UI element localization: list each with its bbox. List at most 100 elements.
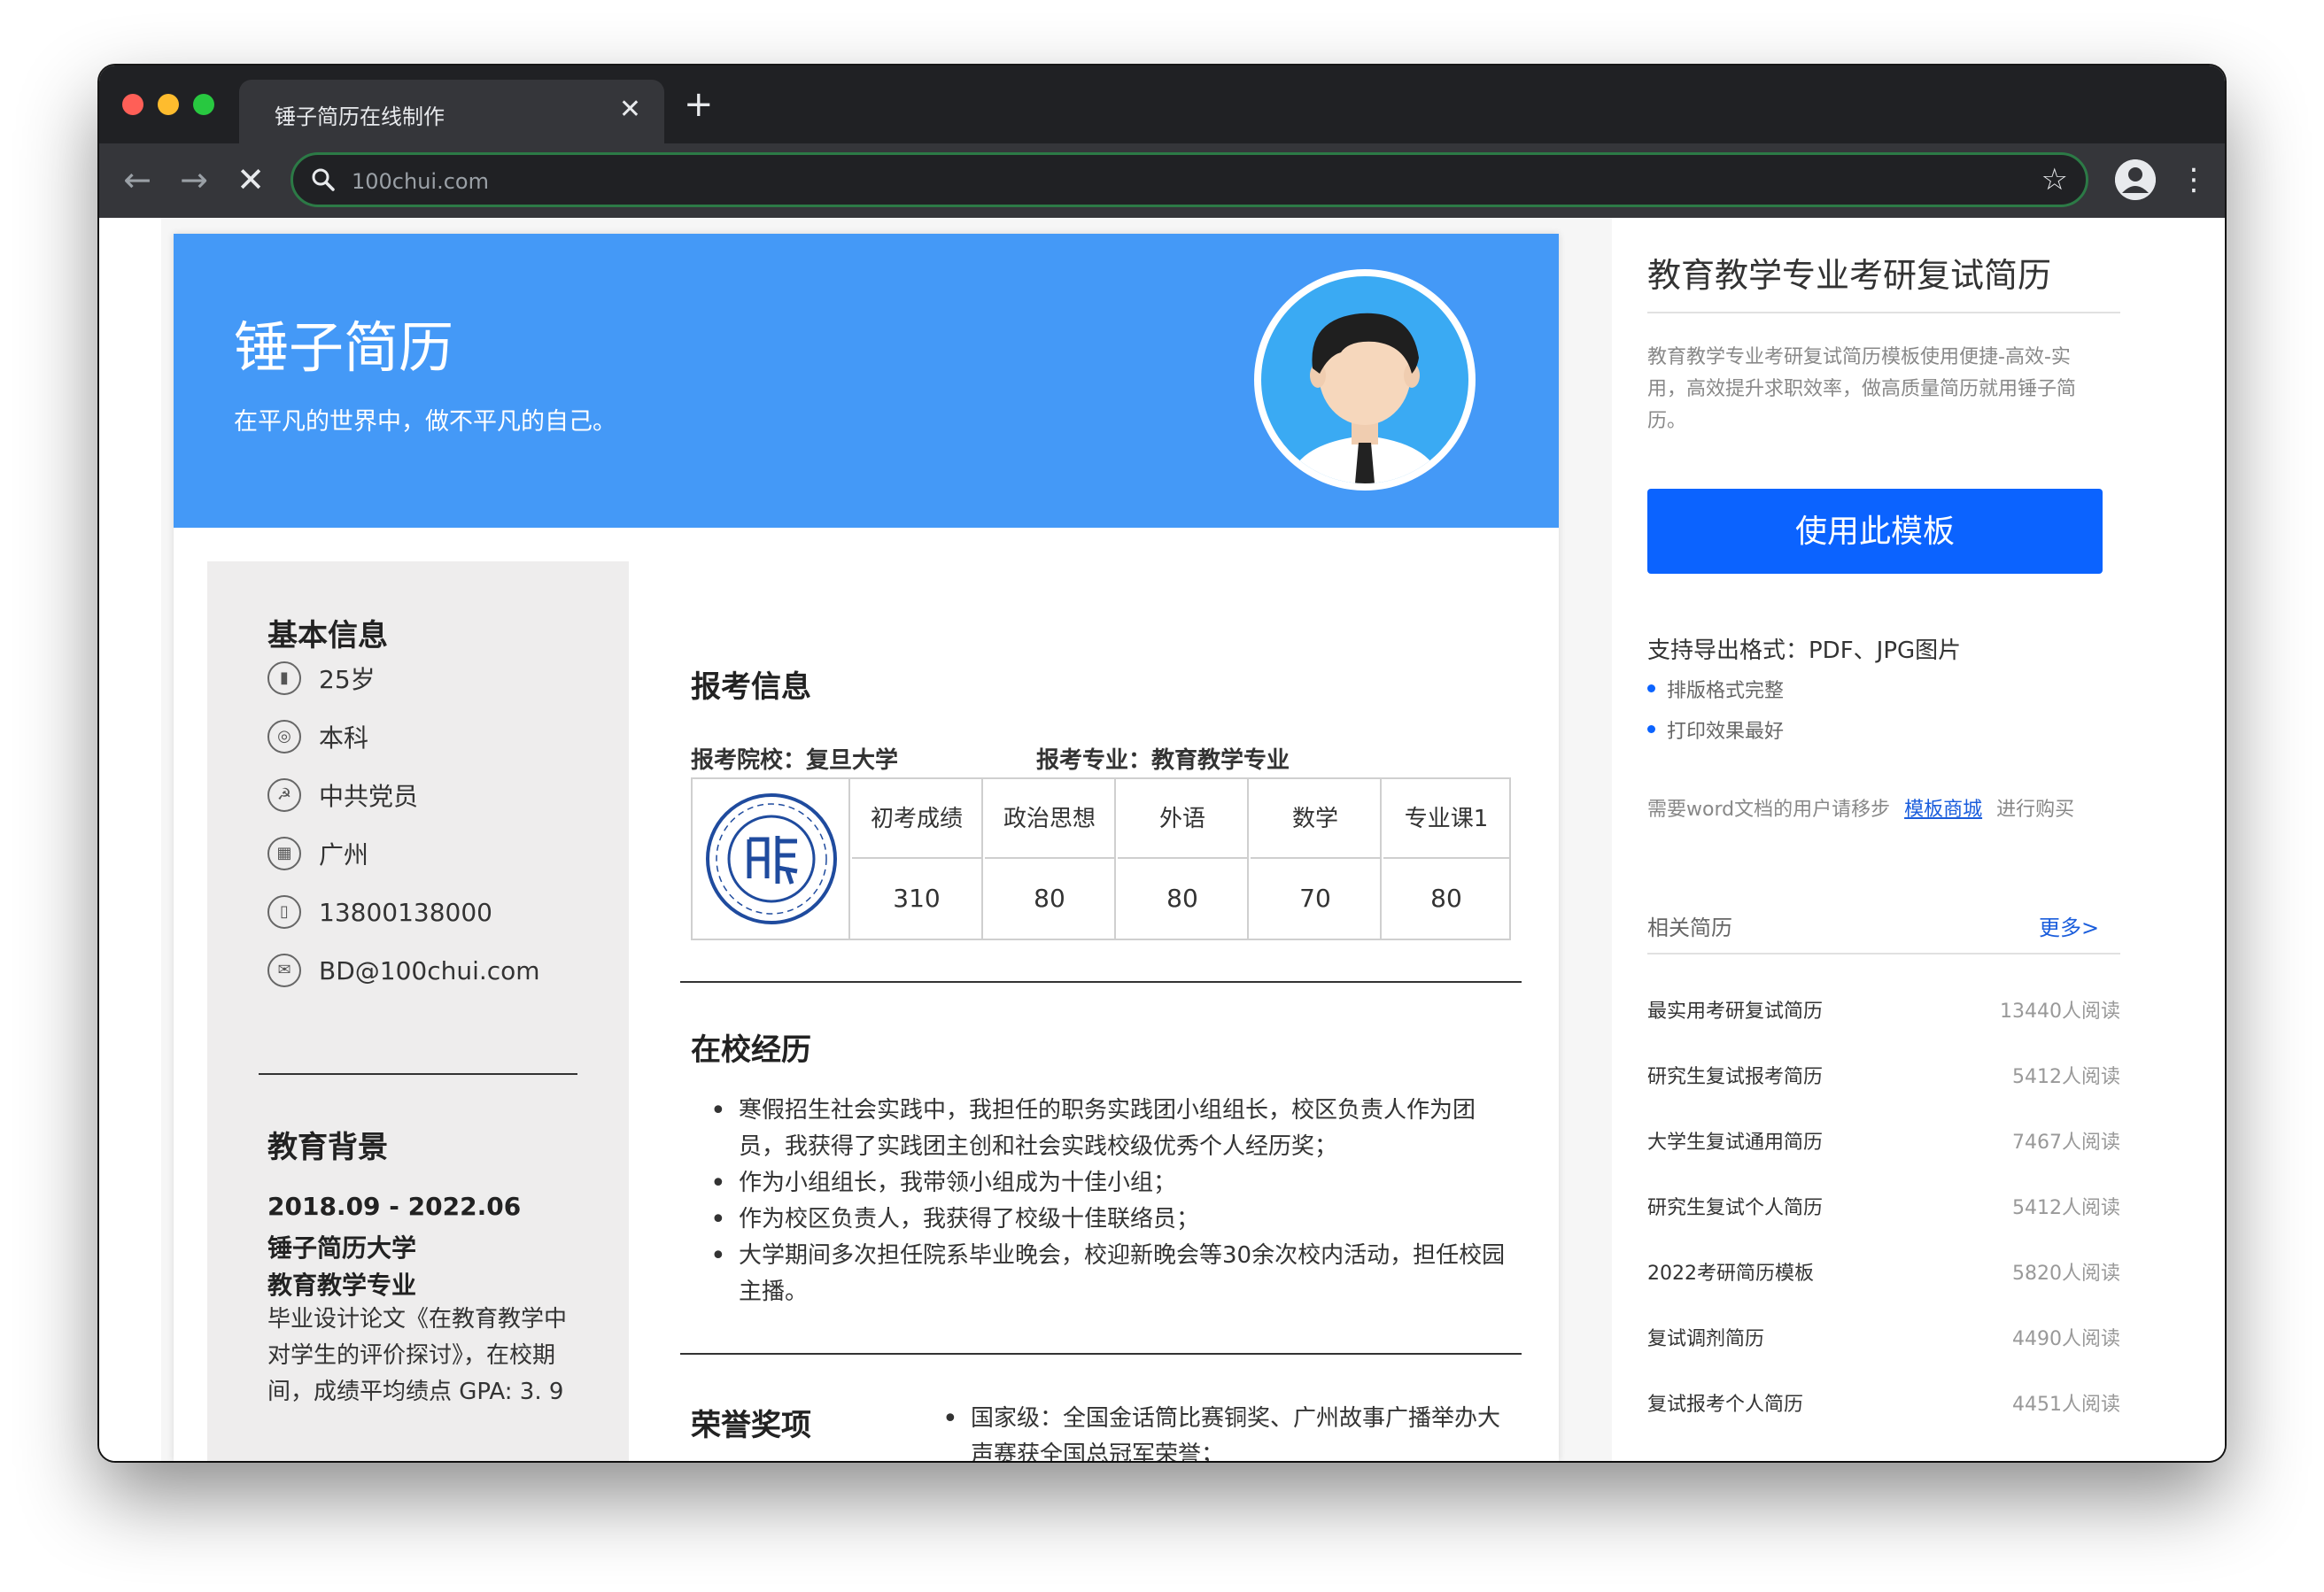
degree-icon: ◎ (267, 720, 301, 753)
info-phone: ▯ 13800138000 (267, 893, 492, 931)
info-email-text: BD@100chui.com (319, 955, 540, 985)
browser-menu-icon[interactable]: ⋮ (2179, 159, 2209, 200)
info-party-text: 中共党员 (319, 782, 419, 811)
related-name[interactable]: 研究生复试报考简历 (1647, 1061, 1823, 1089)
tab-title: 锤子简历在线制作 (275, 104, 445, 129)
score-col-4: 专业课1 80 (1383, 779, 1509, 939)
avatar (1254, 269, 1476, 491)
search-icon (312, 168, 335, 191)
page-content: 锤子简历 在平凡的世界中，做不平凡的自己。 基本信息 ▮ 25岁 ◎ 本科 ☭ … (99, 218, 2225, 1461)
feature-item: 排版格式完整 (1647, 675, 1784, 703)
score-header: 外语 (1118, 779, 1247, 859)
template-title: 教育教学专业考研复试简历 (1647, 256, 2052, 295)
related-name[interactable]: 最实用考研复试简历 (1647, 995, 1823, 1024)
related-item[interactable]: 大学生复试通用简历 7467人阅读 (1647, 1126, 2120, 1162)
related-count: 4451人阅读 (2012, 1394, 2120, 1416)
address-bar[interactable]: 100chui.com ☆ (290, 152, 2088, 207)
use-template-button[interactable]: 使用此模板 (1647, 489, 2103, 574)
address-url: 100chui.com (352, 169, 489, 194)
score-value: 80 (1430, 884, 1462, 913)
school-item: 大学期间多次担任院系毕业晚会，校迎新晚会等30余次校内活动，担任校园主播。 (705, 1238, 1520, 1310)
window-controls (122, 94, 214, 115)
apply-major: 报考专业：教育教学专业 (1036, 747, 1290, 774)
word-note-prefix: 需要word文档的用户请移步 (1647, 799, 1891, 821)
related-count: 4490人阅读 (2012, 1328, 2120, 1350)
score-col-2: 外语 80 (1118, 779, 1249, 939)
related-item[interactable]: 复试调剂简历 4490人阅读 (1647, 1323, 2120, 1358)
building-icon: ▦ (267, 837, 301, 870)
info-city-text: 广州 (319, 840, 369, 869)
score-value: 70 (1299, 884, 1331, 913)
info-email: ✉ BD@100chui.com (267, 951, 540, 990)
score-value: 310 (893, 884, 941, 913)
stop-loading-icon[interactable]: ✕ (229, 158, 273, 202)
resume-banner: 锤子简历 在平凡的世界中，做不平凡的自己。 (174, 234, 1559, 528)
template-store-link[interactable]: 模板商城 (1904, 799, 1982, 821)
related-name[interactable]: 大学生复试通用简历 (1647, 1126, 1823, 1155)
new-tab-icon[interactable]: + (684, 87, 714, 122)
profile-icon[interactable] (2115, 159, 2156, 200)
apply-school: 报考院校：复旦大学 (691, 747, 899, 774)
word-note: 需要word文档的用户请移步 模板商城 进行购买 (1647, 793, 2074, 822)
related-item[interactable]: 研究生复试个人简历 5412人阅读 (1647, 1192, 2120, 1227)
score-header: 初考成绩 (852, 779, 981, 859)
export-formats: 支持导出格式：PDF、JPG图片 (1647, 638, 1962, 664)
back-arrow-icon[interactable]: ← (115, 158, 159, 202)
related-name[interactable]: 研究生复试个人简历 (1647, 1192, 1823, 1220)
sidebar-divider (1647, 953, 2120, 954)
phone-icon: ▯ (267, 895, 301, 929)
close-window-button[interactable] (122, 94, 143, 115)
related-name[interactable]: 复试调剂简历 (1647, 1323, 1764, 1351)
template-sidebar: 教育教学专业考研复试简历 教育教学专业考研复试简历模板使用便捷-高效-实用，高效… (1612, 218, 2165, 1461)
more-link[interactable]: 更多> (2039, 910, 2099, 941)
school-item: 寒假招生社会实践中，我担任的职务实践团小组组长，校区负责人作为团员，我获得了实践… (705, 1093, 1520, 1165)
score-col-3: 数学 70 (1251, 779, 1382, 939)
edu-description: 毕业设计论文《在教育教学中对学生的评价探讨》，在校期间，成绩平均绩点 GPA: … (267, 1306, 568, 1405)
maximize-window-button[interactable] (193, 94, 214, 115)
apply-info-title: 报考信息 (691, 669, 811, 705)
info-degree-text: 本科 (319, 723, 369, 753)
score-table: 初考成绩 310 政治思想 80 外语 80 数学 70 专业课1 80 (691, 777, 1511, 940)
info-age: ▮ 25岁 (267, 659, 376, 698)
related-count: 7467人阅读 (2012, 1132, 2120, 1154)
tab-close-icon[interactable]: ✕ (619, 94, 641, 126)
resume-left-column: 基本信息 ▮ 25岁 ◎ 本科 ☭ 中共党员 ▦ 广州 ▯ 1380013800… (207, 561, 629, 1461)
related-item[interactable]: 研究生复试报考简历 5412人阅读 (1647, 1061, 2120, 1096)
score-header: 政治思想 (985, 779, 1114, 859)
related-item[interactable]: 复试报考个人简历 4451人阅读 (1647, 1388, 2120, 1424)
related-item[interactable]: 2022考研简历模板 5820人阅读 (1647, 1257, 2120, 1293)
edu-school: 锤子简历大学 (267, 1233, 417, 1263)
score-header: 专业课1 (1383, 779, 1509, 859)
education-title: 教育背景 (267, 1130, 388, 1165)
section-divider (680, 981, 1522, 983)
chart-icon: ▮ (267, 661, 301, 695)
bookmark-star-icon[interactable]: ☆ (2041, 162, 2068, 197)
forward-arrow-icon[interactable]: → (172, 158, 216, 202)
left-divider (259, 1073, 577, 1075)
browser-toolbar: ← → ✕ 100chui.com ☆ ⋮ (99, 143, 2225, 218)
school-experience-title: 在校经历 (691, 1032, 811, 1068)
info-phone-text: 13800138000 (319, 897, 492, 927)
resume-preview: 锤子简历 在平凡的世界中，做不平凡的自己。 基本信息 ▮ 25岁 ◎ 本科 ☭ … (174, 234, 1559, 1461)
score-header: 数学 (1251, 779, 1380, 859)
section-divider (680, 1353, 1522, 1355)
related-item[interactable]: 最实用考研复试简历 13440人阅读 (1647, 995, 2120, 1031)
related-name[interactable]: 2022考研简历模板 (1647, 1257, 1814, 1286)
score-col-0: 初考成绩 310 (852, 779, 983, 939)
info-degree: ◎ 本科 (267, 717, 368, 756)
minimize-window-button[interactable] (158, 94, 179, 115)
browser-window: 锤子简历在线制作 ✕ + ← → ✕ 100chui.com ☆ ⋮ 锤子简历 … (99, 66, 2225, 1461)
related-name[interactable]: 复试报考个人简历 (1647, 1388, 1803, 1417)
word-note-suffix: 进行购买 (1996, 799, 2075, 821)
score-value: 80 (1166, 884, 1198, 913)
honors-title: 荣誉奖项 (691, 1408, 811, 1443)
fudan-seal-icon (706, 793, 837, 924)
score-col-1: 政治思想 80 (985, 779, 1116, 939)
mail-icon: ✉ (267, 954, 301, 987)
active-tab[interactable]: 锤子简历在线制作 ✕ (239, 80, 664, 143)
info-party: ☭ 中共党员 (267, 776, 418, 815)
basic-info-title: 基本信息 (267, 618, 388, 653)
resume-motto: 在平凡的世界中，做不平凡的自己。 (234, 408, 616, 436)
avatar-illustration (1261, 276, 1468, 483)
tab-bar: 锤子简历在线制作 ✕ + (99, 66, 2225, 143)
